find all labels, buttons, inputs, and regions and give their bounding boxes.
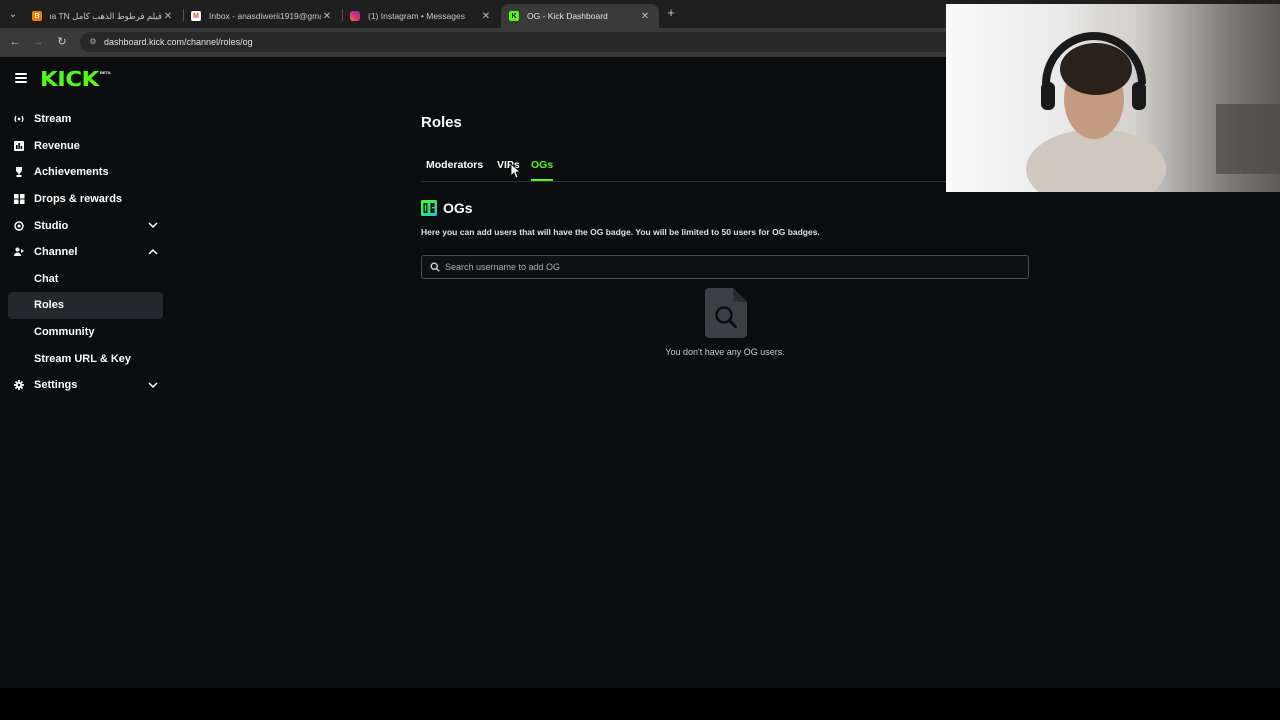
sidebar-item-label: Revenue: [34, 139, 80, 152]
menu-icon[interactable]: [15, 73, 27, 83]
tab-ogs[interactable]: OGs: [531, 159, 554, 181]
trophy-icon: [13, 166, 25, 178]
chevron-down-icon[interactable]: [148, 380, 158, 390]
chevron-up-icon[interactable]: [148, 247, 158, 257]
chevron-down-icon[interactable]: [148, 220, 158, 230]
forward-icon[interactable]: →: [31, 35, 45, 49]
sidebar-item-stream-url-key[interactable]: Stream URL & Key: [8, 345, 163, 372]
reload-icon[interactable]: ↻: [55, 35, 69, 49]
sidebar-item-revenue[interactable]: Revenue: [8, 133, 163, 160]
close-icon[interactable]: ✕: [321, 11, 333, 22]
close-icon[interactable]: ✕: [639, 11, 651, 22]
webcam-person-image: [1026, 4, 1280, 192]
close-icon[interactable]: ✕: [480, 11, 492, 22]
sidebar-item-roles[interactable]: Roles: [8, 292, 163, 319]
instagram-icon: [350, 11, 360, 21]
kick-logo[interactable]: KICK BETA: [40, 69, 111, 89]
mouse-pointer-icon: [510, 163, 520, 179]
gift-icon: [13, 193, 25, 205]
page-title: Roles: [421, 114, 462, 131]
search-icon: [430, 262, 440, 272]
sidebar-item-chat[interactable]: Chat: [8, 266, 163, 293]
broadcast-icon: [13, 113, 25, 125]
tab-title: فيلم فرطوط الذهب كامل ima TN: [50, 10, 162, 21]
sidebar-item-label: Studio: [34, 219, 69, 232]
empty-state-text: You don't have any OG users.: [665, 347, 785, 357]
beta-badge: BETA: [100, 70, 111, 75]
browser-tab-1[interactable]: B فيلم فرطوط الذهب كامل ima TN ✕: [24, 4, 182, 28]
url-text: dashboard.kick.com/channel/roles/og: [104, 37, 253, 47]
sidebar-item-label: Chat: [34, 272, 59, 285]
section-header: OGs: [421, 200, 473, 216]
sidebar-item-settings[interactable]: Settings: [8, 372, 163, 399]
new-tab-icon[interactable]: +: [664, 6, 678, 20]
tab-title: OG - Kick Dashboard: [527, 11, 608, 21]
sidebar-item-drops[interactable]: Drops & rewards: [8, 186, 163, 213]
browser-tab-3[interactable]: (1) Instagram • Messages ✕: [342, 4, 500, 28]
bottom-letterbox: [0, 688, 1280, 720]
gear-icon: [13, 379, 25, 391]
webcam-overlay: [946, 4, 1280, 192]
sidebar-item-label: Achievements: [34, 166, 109, 179]
sidebar-item-label: Community: [34, 326, 95, 339]
sidebar-item-label: Roles: [34, 299, 64, 312]
sidebar-nav: Stream Revenue Achievements Drops & rewa…: [8, 106, 163, 399]
blogger-icon: B: [32, 11, 42, 21]
tab-title: (1) Instagram • Messages: [368, 11, 465, 21]
sidebar-item-label: Drops & rewards: [34, 193, 123, 206]
channel-icon: [13, 246, 25, 258]
browser-tab-4[interactable]: K OG - Kick Dashboard ✕: [501, 4, 659, 28]
tab-search-icon[interactable]: ⌄: [4, 5, 22, 23]
section-description: Here you can add users that will have th…: [421, 227, 820, 237]
kick-icon: K: [509, 11, 519, 21]
search-field[interactable]: [421, 255, 1029, 279]
gmail-icon: M: [191, 11, 201, 21]
browser-tab-2[interactable]: M Inbox - anasdiwerii1919@gmail ✕: [183, 4, 341, 28]
sidebar-item-community[interactable]: Community: [8, 319, 163, 346]
tab-moderators[interactable]: Moderators: [426, 159, 483, 179]
site-info-icon[interactable]: ⚙: [88, 37, 98, 47]
section-title: OGs: [443, 200, 473, 216]
empty-search-icon: [705, 288, 747, 338]
sidebar-item-achievements[interactable]: Achievements: [8, 159, 163, 186]
sidebar-item-studio[interactable]: Studio: [8, 212, 163, 239]
logo-text: KICK: [40, 67, 99, 91]
tab-title: Inbox - anasdiwerii1919@gmail: [209, 11, 321, 21]
og-badge-icon: [421, 200, 437, 216]
search-input[interactable]: [445, 262, 1028, 272]
sidebar-item-label: Stream URL & Key: [34, 352, 131, 365]
chart-icon: [13, 140, 25, 152]
close-icon[interactable]: ✕: [162, 11, 174, 22]
address-bar[interactable]: ⚙ dashboard.kick.com/channel/roles/og: [80, 32, 960, 52]
sidebar-item-channel[interactable]: Channel: [8, 239, 163, 266]
sidebar-item-label: Stream: [34, 113, 72, 126]
studio-icon: [13, 220, 25, 232]
sidebar-item-label: Channel: [34, 246, 78, 259]
sidebar-item-label: Settings: [34, 379, 78, 392]
back-icon[interactable]: ←: [8, 35, 22, 49]
sidebar-item-stream[interactable]: Stream: [8, 106, 163, 133]
